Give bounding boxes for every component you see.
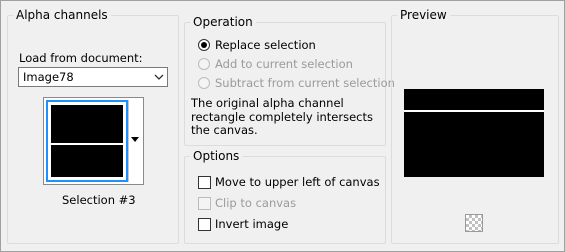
document-dropdown[interactable]: Image78	[18, 67, 168, 87]
preview-title: Preview	[397, 8, 450, 22]
preview-image	[404, 89, 544, 177]
document-dropdown-value: Image78	[23, 70, 74, 84]
alpha-thumbnail-image	[51, 105, 123, 177]
load-from-document-label: Load from document:	[19, 51, 143, 65]
invert-image-checkbox[interactable]	[198, 218, 211, 231]
add-to-selection-radio[interactable]	[198, 58, 210, 70]
selection-caption: Selection #3	[62, 193, 136, 207]
preview-line	[404, 110, 544, 112]
clip-to-canvas-checkbox[interactable]	[198, 197, 211, 210]
transparency-checker-icon[interactable]	[465, 214, 483, 232]
selected-alpha-thumbnail[interactable]	[46, 100, 128, 182]
triangle-down-icon	[131, 137, 139, 142]
replace-selection-label[interactable]: Replace selection	[215, 38, 316, 52]
subtract-from-selection-label[interactable]: Subtract from current selection	[215, 76, 395, 90]
alpha-channels-title: Alpha channels	[13, 8, 111, 22]
replace-selection-radio[interactable]	[198, 39, 210, 51]
alpha-picker-dropdown-button[interactable]	[128, 100, 141, 182]
operation-description: The original alpha channel rectangle com…	[191, 96, 374, 137]
move-upper-left-checkbox[interactable]	[198, 176, 211, 189]
add-to-selection-label[interactable]: Add to current selection	[215, 57, 353, 71]
options-title: Options	[190, 149, 243, 163]
chevron-down-icon	[154, 74, 164, 80]
move-upper-left-label[interactable]: Move to upper left of canvas	[215, 175, 380, 189]
operation-title: Operation	[190, 15, 256, 29]
alpha-channel-picker[interactable]	[43, 97, 144, 185]
radio-dot	[201, 42, 207, 48]
alpha-thumbnail-line	[51, 143, 123, 145]
subtract-from-selection-radio[interactable]	[198, 77, 210, 89]
dialog-frame: Alpha channels Load from document: Image…	[0, 0, 565, 252]
invert-image-label[interactable]: Invert image	[215, 217, 288, 231]
clip-to-canvas-label[interactable]: Clip to canvas	[215, 196, 296, 210]
